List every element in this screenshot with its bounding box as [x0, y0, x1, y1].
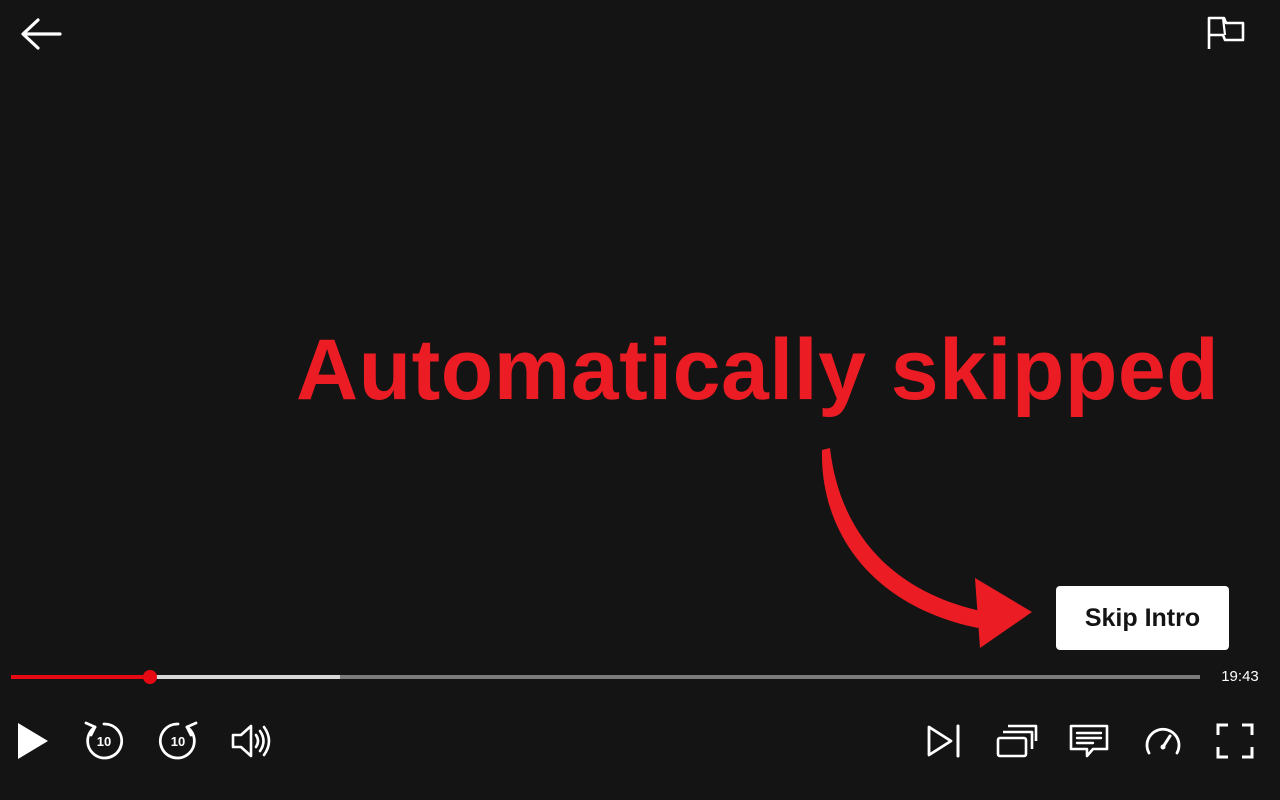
episodes-button[interactable] — [992, 716, 1040, 766]
fullscreen-button[interactable] — [1212, 716, 1258, 766]
next-episode-button[interactable] — [920, 716, 966, 766]
volume-button[interactable] — [228, 716, 274, 766]
video-player[interactable]: Automatically skipped Skip Intro 19:43 1… — [0, 0, 1280, 800]
rewind-10-icon: 10 — [84, 721, 124, 760]
speedometer-icon — [1145, 727, 1181, 755]
time-remaining: 19:43 — [1221, 668, 1259, 685]
forward-10-icon: 10 — [158, 721, 198, 760]
forward-10-button[interactable]: 10 — [154, 716, 202, 766]
episodes-icon — [996, 724, 1038, 758]
annotation-text: Automatically skipped — [296, 322, 1220, 418]
volume-icon — [231, 724, 271, 758]
subtitles-button[interactable] — [1066, 716, 1112, 766]
rewind-seconds-label: 10 — [97, 734, 111, 749]
progress-bar[interactable] — [11, 670, 1200, 684]
subtitles-icon — [1069, 724, 1109, 758]
rewind-10-button[interactable]: 10 — [80, 716, 128, 766]
play-icon — [18, 723, 48, 759]
progress-played — [11, 675, 151, 679]
report-problem-button[interactable] — [1198, 10, 1254, 56]
flag-icon — [1207, 16, 1245, 49]
skip-intro-button[interactable]: Skip Intro — [1056, 586, 1229, 650]
back-button[interactable] — [14, 12, 66, 56]
playback-speed-button[interactable] — [1140, 716, 1186, 766]
arrow-left-icon — [21, 18, 62, 50]
fullscreen-icon — [1216, 723, 1254, 759]
progress-scrubber[interactable] — [143, 670, 158, 684]
forward-seconds-label: 10 — [171, 734, 185, 749]
next-episode-icon — [927, 724, 960, 758]
play-button[interactable] — [10, 716, 54, 766]
